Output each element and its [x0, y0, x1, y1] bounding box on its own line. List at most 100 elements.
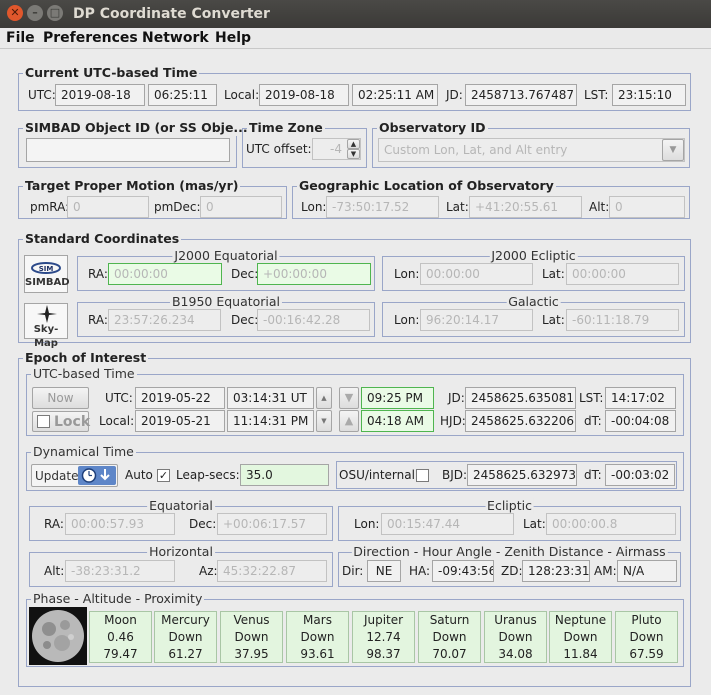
minimize-button[interactable]: –: [27, 5, 43, 21]
lock-toggle[interactable]: Lock: [32, 411, 90, 432]
planet-card-mercury[interactable]: Mercury Down 61.27: [154, 611, 217, 663]
time-up-arrow-icon[interactable]: ▲: [339, 410, 359, 432]
lst-field[interactable]: 23:15:10: [612, 84, 686, 106]
planet-card-pluto[interactable]: Pluto Down 67.59: [615, 611, 678, 663]
group-title: UTC-based Time: [31, 366, 137, 382]
jd-field[interactable]: 2458713.767487: [465, 84, 577, 106]
alt-label: Alt:: [44, 564, 65, 578]
menu-file[interactable]: File: [6, 30, 35, 46]
leap-secs-input[interactable]: 35.0: [240, 464, 329, 486]
ra-label: RA:: [88, 313, 108, 327]
local-date-field[interactable]: 2019-08-18: [259, 84, 349, 106]
planet-value-2: 93.61: [300, 647, 335, 661]
j2000-ecliptic-lat-field[interactable]: 00:00:00: [566, 263, 679, 285]
planet-card-mars[interactable]: Mars Down 93.61: [286, 611, 349, 663]
geo-lat-field[interactable]: +41:20:55.61: [469, 196, 582, 218]
galactic-lat-field[interactable]: -60:11:18.79: [566, 309, 679, 331]
j2000-ecliptic-lon-field[interactable]: 00:00:00: [420, 263, 533, 285]
close-button[interactable]: ✕: [7, 5, 23, 21]
b1950-dec-field[interactable]: -00:16:42.28: [257, 309, 370, 331]
moon-phase-icon: [29, 607, 87, 665]
planet-card-jupiter[interactable]: Jupiter 12.74 98.37: [352, 611, 415, 663]
group-title: Geographic Location of Observatory: [297, 178, 556, 194]
utc-time-field[interactable]: 06:25:11: [148, 84, 217, 106]
planet-card-venus[interactable]: Venus Down 37.95: [220, 611, 283, 663]
planet-value-1: 0.46: [107, 630, 134, 644]
lon-label: Lon:: [394, 267, 420, 281]
epoch-time-spin-down[interactable]: ▼: [316, 410, 332, 432]
j2000-dec-input[interactable]: +00:00:00: [257, 263, 371, 285]
menu-help[interactable]: Help: [215, 30, 251, 46]
menu-network[interactable]: Network: [142, 30, 209, 46]
group-title: Standard Coordinates: [23, 231, 182, 247]
epoch-local-time-field[interactable]: 11:14:31 PM: [227, 410, 314, 432]
horizontal-az-field[interactable]: 45:32:22.87: [217, 560, 327, 582]
simbad-button[interactable]: SIM SIMBAD: [24, 255, 70, 293]
planet-card-neptune[interactable]: Neptune Down 11.84: [549, 611, 612, 663]
planet-name: Neptune: [554, 613, 607, 627]
maximize-button[interactable]: □: [47, 5, 63, 21]
planet-name: Jupiter: [363, 613, 404, 627]
galactic-lon-field[interactable]: 96:20:14.17: [420, 309, 533, 331]
rise-time-field[interactable]: 09:25 PM: [361, 387, 434, 409]
hour-angle-field[interactable]: -09:43:56: [432, 560, 494, 582]
b1950-ra-field[interactable]: 23:57:26.234: [108, 309, 221, 331]
simbad-id-input[interactable]: [26, 138, 230, 162]
bjd-dt-field[interactable]: -00:03:02: [605, 464, 675, 486]
epoch-dec-field[interactable]: +00:06:17.57: [217, 513, 327, 535]
utc-date-field[interactable]: 2019-08-18: [55, 84, 145, 106]
dec-label: Dec:: [231, 313, 259, 327]
pmra-field[interactable]: 0: [67, 196, 149, 218]
planet-value-1: Down: [432, 630, 467, 644]
spinner-up-button[interactable]: ▲: [347, 139, 360, 149]
planet-card-moon[interactable]: Moon 0.46 79.47: [89, 611, 152, 663]
group-title: Phase - Altitude - Proximity: [31, 591, 205, 607]
osu-internal-checkbox[interactable]: [416, 469, 429, 482]
direction-field[interactable]: NE: [367, 560, 401, 582]
time-down-arrow-icon[interactable]: ▼: [339, 387, 359, 409]
geo-alt-field[interactable]: 0: [609, 196, 685, 218]
group-title: J2000 Equatorial: [172, 248, 280, 264]
planet-card-saturn[interactable]: Saturn Down 70.07: [418, 611, 481, 663]
epoch-lst-field[interactable]: 14:17:02: [605, 387, 676, 409]
set-time-field[interactable]: 04:18 AM: [361, 410, 434, 432]
am-label: AM:: [594, 564, 617, 578]
epoch-time-spin-up[interactable]: ▲: [316, 387, 332, 409]
simbad-logo-icon: SIM: [31, 262, 61, 274]
update-dynamical-button[interactable]: Update: [31, 464, 118, 487]
planet-value-2: 37.95: [234, 647, 269, 661]
epoch-local-date-field[interactable]: 2019-05-21: [135, 410, 225, 432]
observatory-select[interactable]: Custom Lon, Lat, and Alt entry: [378, 138, 685, 162]
bjd-field[interactable]: 2458625.632973: [467, 464, 577, 486]
planet-value-2: 79.47: [103, 647, 138, 661]
geo-lon-field[interactable]: -73:50:17.52: [326, 196, 439, 218]
pmdec-field[interactable]: 0: [200, 196, 282, 218]
lock-checkbox[interactable]: [37, 415, 50, 428]
auto-checkbox[interactable]: ✓: [157, 469, 170, 482]
airmass-field[interactable]: N/A: [617, 560, 677, 582]
epoch-ra-field[interactable]: 00:00:57.93: [65, 513, 175, 535]
planet-card-uranus[interactable]: Uranus Down 34.08: [484, 611, 547, 663]
planet-value-1: Down: [629, 630, 664, 644]
group-title: Equatorial: [147, 498, 215, 514]
zenith-distance-field[interactable]: 128:23:31: [522, 560, 590, 582]
now-button[interactable]: Now: [32, 387, 89, 409]
bjd-label: BJD:: [442, 468, 468, 482]
horizontal-alt-field[interactable]: -38:23:31.2: [65, 560, 175, 582]
menu-preferences[interactable]: Preferences: [43, 30, 138, 46]
planet-value-2: 61.27: [168, 647, 203, 661]
local-time-field[interactable]: 02:25:11 AM: [352, 84, 438, 106]
j2000-ra-input[interactable]: 00:00:00: [108, 263, 222, 285]
epoch-dt-field[interactable]: -00:04:08: [605, 410, 676, 432]
epoch-utc-time-field[interactable]: 03:14:31 UT: [227, 387, 314, 409]
epoch-hjd-field[interactable]: 2458625.632206: [465, 410, 576, 432]
epoch-ecliptic-lon-field[interactable]: 00:15:47.44: [381, 513, 514, 535]
local-label: Local:: [99, 414, 135, 428]
epoch-jd-field[interactable]: 2458625.635081: [465, 387, 576, 409]
lat-label: Lat:: [542, 313, 565, 327]
dropdown-chevron-icon[interactable]: ▼: [662, 139, 684, 161]
skymap-button[interactable]: Sky-Map: [24, 303, 68, 349]
epoch-ecliptic-lat-field[interactable]: 00:00:00.8: [546, 513, 676, 535]
epoch-utc-date-field[interactable]: 2019-05-22: [135, 387, 225, 409]
spinner-down-button[interactable]: ▼: [347, 149, 360, 159]
